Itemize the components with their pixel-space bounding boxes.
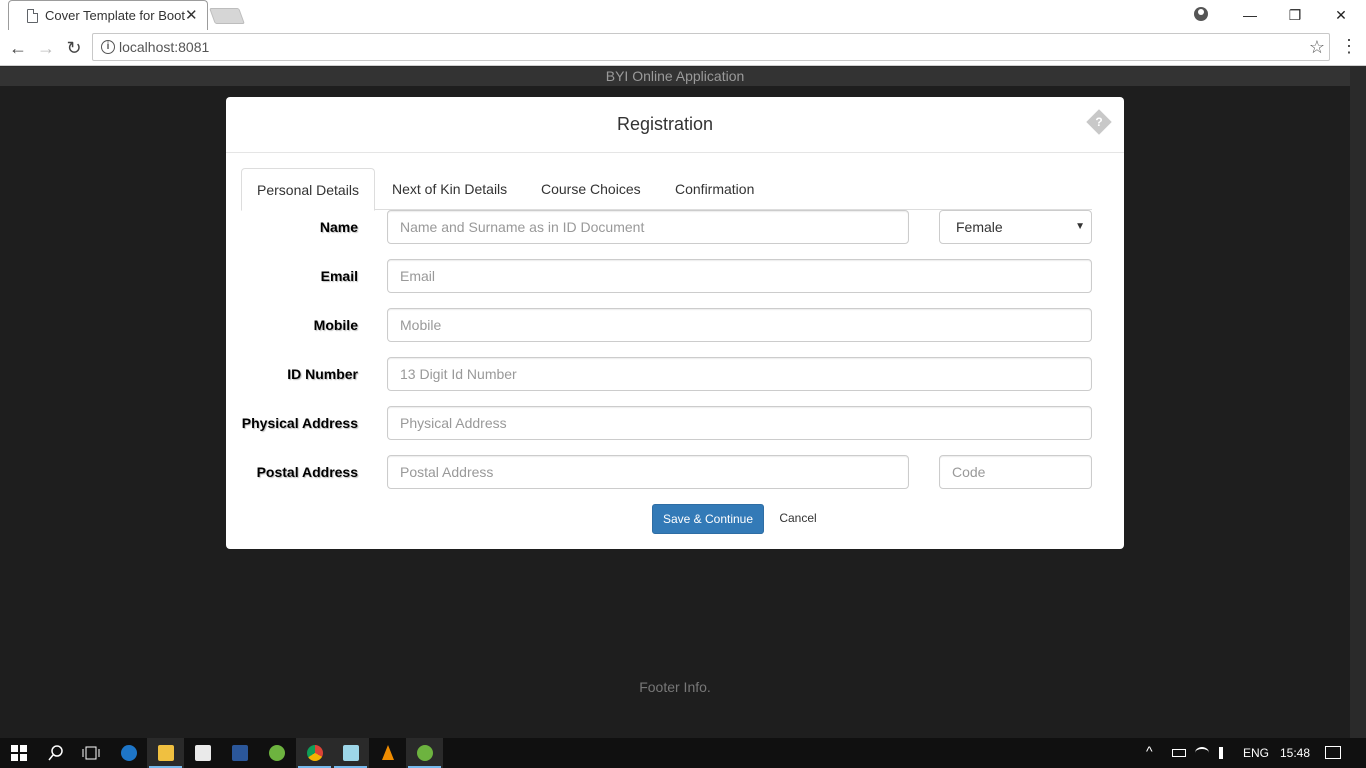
postal-address-input[interactable] bbox=[387, 455, 909, 489]
tab-personal-details[interactable]: Personal Details bbox=[241, 168, 375, 211]
tray-chevron-icon[interactable]: ^ bbox=[1146, 743, 1153, 759]
site-title: BYI Online Application bbox=[605, 68, 745, 84]
task-view-button[interactable] bbox=[72, 738, 109, 768]
notepad-icon bbox=[342, 745, 359, 761]
spring-tool-2-button[interactable] bbox=[406, 738, 443, 768]
id-number-row: ID Number bbox=[226, 357, 1124, 391]
battery-icon[interactable] bbox=[1172, 749, 1186, 757]
network-icon[interactable] bbox=[1195, 747, 1209, 759]
notepad-button[interactable] bbox=[332, 738, 369, 768]
physical-address-row: Physical Address bbox=[226, 406, 1124, 440]
postal-address-label: Postal Address bbox=[256, 464, 358, 480]
postal-address-row: Postal Address bbox=[226, 455, 1124, 489]
tab-confirmation[interactable]: Confirmation bbox=[660, 168, 769, 210]
search-icon bbox=[47, 745, 63, 761]
save-continue-button[interactable]: Save & Continue bbox=[652, 504, 764, 534]
minimize-icon[interactable]: — bbox=[1227, 0, 1273, 30]
email-row: Email bbox=[226, 259, 1124, 293]
notifications-icon[interactable] bbox=[1325, 746, 1341, 759]
back-icon[interactable]: ← bbox=[6, 36, 30, 60]
physical-address-label: Physical Address bbox=[241, 415, 358, 431]
mobile-row: Mobile bbox=[226, 308, 1124, 342]
restore-icon[interactable]: ❐ bbox=[1272, 0, 1318, 30]
windows-taskbar: ^ ENG 15:48 bbox=[0, 738, 1366, 768]
reload-icon[interactable]: ↻ bbox=[62, 36, 86, 60]
search-button[interactable] bbox=[37, 738, 74, 768]
vlc-icon bbox=[381, 745, 394, 760]
cancel-button[interactable]: Cancel bbox=[774, 504, 822, 534]
start-button[interactable] bbox=[0, 738, 37, 768]
word-button[interactable] bbox=[221, 738, 258, 768]
browser-toolbar: ← → ↻ i localhost:8081 ☆ ⋮ bbox=[0, 30, 1366, 66]
word-icon bbox=[231, 745, 248, 761]
page-icon bbox=[27, 9, 38, 23]
language-indicator[interactable]: ENG bbox=[1243, 746, 1269, 760]
chevron-down-icon: ▼ bbox=[1075, 221, 1085, 232]
physical-address-input[interactable] bbox=[387, 406, 1092, 440]
info-icon[interactable]: i bbox=[101, 40, 115, 54]
chrome-icon bbox=[306, 745, 323, 761]
file-explorer-button[interactable] bbox=[147, 738, 184, 768]
clock-time[interactable]: 15:48 bbox=[1280, 746, 1310, 760]
spring-tool-button[interactable] bbox=[258, 738, 295, 768]
id-number-input[interactable] bbox=[387, 357, 1092, 391]
page-scrollbar[interactable] bbox=[1350, 67, 1366, 738]
tab-next-of-kin-details[interactable]: Next of Kin Details bbox=[377, 168, 522, 210]
tab-title: Cover Template for Bootstrap bbox=[45, 8, 185, 23]
help-icon[interactable]: ? bbox=[1086, 109, 1112, 135]
name-input[interactable] bbox=[387, 210, 909, 244]
mobile-input[interactable] bbox=[387, 308, 1092, 342]
browser-menu-icon[interactable]: ⋮ bbox=[1340, 36, 1358, 60]
modal-title: Registration bbox=[616, 114, 714, 134]
registration-tabs: Personal Details Next of Kin Details Cou… bbox=[241, 168, 1092, 211]
email-label: Email bbox=[320, 268, 358, 284]
postal-code-input[interactable] bbox=[939, 455, 1092, 489]
chrome-button[interactable] bbox=[296, 738, 333, 768]
gender-select[interactable]: Female ▼ bbox=[939, 210, 1092, 244]
browser-tab[interactable]: Cover Template for Bootstrap ✕ bbox=[8, 0, 208, 30]
volume-icon[interactable] bbox=[1219, 747, 1231, 759]
tab-close-icon[interactable]: ✕ bbox=[185, 6, 198, 24]
edge-button[interactable] bbox=[110, 738, 147, 768]
email-input[interactable] bbox=[387, 259, 1092, 293]
folder-icon bbox=[157, 745, 174, 761]
profile-icon[interactable] bbox=[1194, 7, 1208, 21]
windows-logo-icon bbox=[10, 745, 27, 761]
footer-text: Footer Info. bbox=[639, 679, 711, 695]
spring-icon bbox=[268, 745, 285, 761]
modal-header: Registration ? bbox=[226, 97, 1124, 153]
spring-icon bbox=[416, 745, 433, 761]
mobile-label: Mobile bbox=[313, 317, 358, 333]
bookmark-star-icon[interactable]: ☆ bbox=[1309, 37, 1325, 58]
gender-selected-value: Female bbox=[956, 219, 1003, 235]
forward-icon[interactable]: → bbox=[34, 36, 58, 60]
registration-modal: Registration ? Personal Details Next of … bbox=[226, 97, 1124, 549]
new-tab-button[interactable] bbox=[209, 8, 245, 24]
window-close-icon[interactable]: ✕ bbox=[1318, 0, 1364, 30]
tab-course-choices[interactable]: Course Choices bbox=[526, 168, 656, 210]
help-glyph: ? bbox=[1095, 115, 1103, 129]
url-text[interactable]: localhost:8081 bbox=[119, 39, 209, 55]
id-number-label: ID Number bbox=[287, 366, 358, 382]
name-row: Name Female ▼ bbox=[226, 210, 1124, 244]
name-label: Name bbox=[319, 219, 358, 235]
store-button[interactable] bbox=[184, 738, 221, 768]
vlc-button[interactable] bbox=[369, 738, 406, 768]
store-icon bbox=[194, 745, 211, 761]
browser-tab-strip: Cover Template for Bootstrap ✕ — ❐ ✕ bbox=[0, 0, 1366, 30]
page-content: BYI Online Application Footer Info. Regi… bbox=[0, 67, 1366, 738]
edge-icon bbox=[120, 745, 137, 761]
task-view-icon bbox=[82, 746, 99, 760]
address-bar[interactable]: i localhost:8081 ☆ bbox=[92, 33, 1330, 61]
